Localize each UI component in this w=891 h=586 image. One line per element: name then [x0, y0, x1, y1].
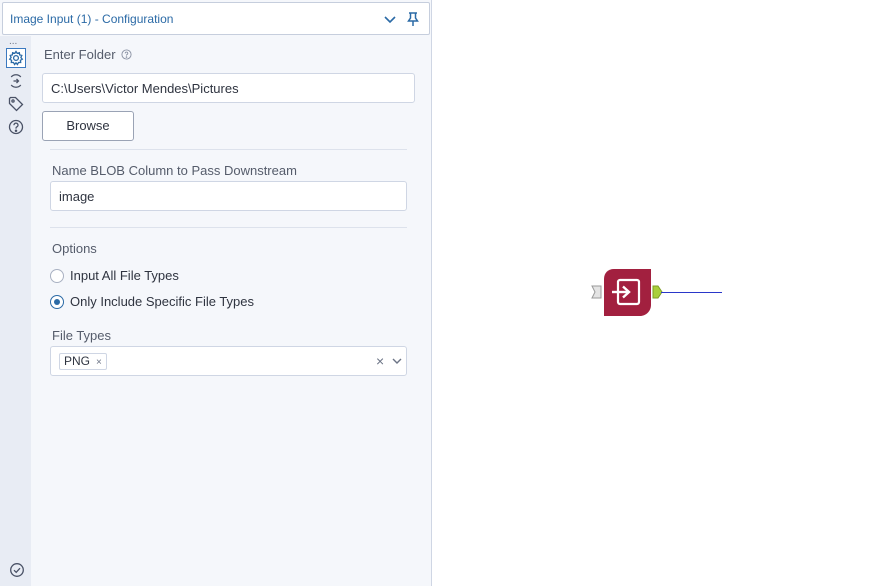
input-anchor-icon[interactable] [591, 285, 602, 299]
file-type-chip: PNG × [59, 353, 107, 370]
radio-label: Only Include Specific File Types [70, 294, 255, 309]
file-types-label: File Types [52, 328, 112, 343]
radio-only-specific-file-types[interactable]: Only Include Specific File Types [50, 293, 290, 311]
connection-icon[interactable] [7, 72, 25, 90]
radio-label: Input All File Types [70, 268, 179, 283]
chevron-down-icon[interactable] [381, 10, 399, 28]
radio-button-checked[interactable] [50, 295, 64, 309]
radio-button[interactable] [50, 269, 64, 283]
file-types-multiselect[interactable]: PNG × × [50, 346, 407, 376]
chip-remove-icon[interactable]: × [96, 355, 102, 370]
blob-column-input[interactable]: image [50, 181, 407, 211]
enter-folder-label-text: Enter Folder [44, 47, 116, 62]
options-label: Options [52, 241, 97, 256]
divider [50, 149, 407, 150]
app-window: Image Input (1) - Configuration ... Ente… [0, 0, 891, 586]
folder-path-input[interactable]: C:\Users\Victor Mendes\Pictures [42, 73, 415, 103]
sidebar: ... [0, 36, 31, 586]
help-circle-icon[interactable] [7, 118, 25, 136]
workflow-canvas[interactable] [432, 0, 891, 586]
enter-folder-label: Enter Folder [44, 47, 132, 62]
chevron-down-icon[interactable] [390, 354, 404, 368]
panel-header: Image Input (1) - Configuration [2, 2, 430, 35]
panel-title: Image Input (1) - Configuration [10, 12, 174, 26]
browse-button[interactable]: Browse [42, 111, 134, 141]
divider [50, 227, 407, 228]
check-circle-icon [9, 562, 25, 578]
more-dots-icon[interactable]: ... [9, 36, 17, 47]
connection-line[interactable] [661, 292, 722, 293]
configuration-panel: Image Input (1) - Configuration ... Ente… [0, 0, 432, 586]
clear-icon[interactable]: × [376, 353, 384, 369]
gear-icon[interactable] [6, 48, 26, 68]
configuration-content: Enter Folder C:\Users\Victor Mendes\Pict… [31, 36, 431, 586]
image-input-tool-icon[interactable] [604, 269, 651, 316]
help-icon[interactable] [121, 49, 132, 60]
radio-input-all-file-types[interactable]: Input All File Types [50, 267, 250, 285]
tag-icon[interactable] [7, 95, 25, 113]
blob-column-label: Name BLOB Column to Pass Downstream [52, 163, 297, 178]
pin-icon[interactable] [404, 10, 422, 28]
chip-label: PNG [64, 354, 91, 368]
